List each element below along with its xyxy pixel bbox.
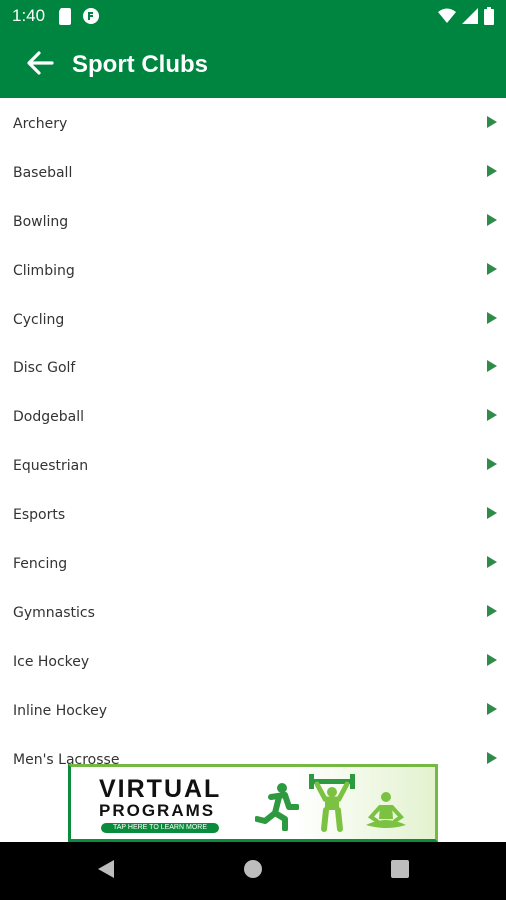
nav-recents-icon (391, 859, 409, 883)
nav-back-icon (97, 859, 115, 884)
list-item[interactable]: Fencing (0, 538, 506, 587)
list-item-label: Dodgeball (13, 409, 84, 426)
nav-back-button[interactable] (94, 859, 118, 883)
nav-recents-button[interactable] (388, 859, 412, 883)
chevron-right-icon (486, 653, 498, 667)
list-item[interactable]: Baseball (0, 147, 506, 196)
chevron-right-icon (486, 262, 498, 276)
chevron-right-icon (486, 359, 498, 373)
list-item-label: Cycling (13, 311, 65, 328)
back-button[interactable] (20, 47, 60, 83)
status-time: 1:40 (12, 6, 46, 25)
chevron-right-icon (486, 751, 498, 765)
ad-banner[interactable]: VIRTUAL PROGRAMS TAP HERE TO LEARN MORE (68, 764, 438, 842)
list-item[interactable]: Equestrian (0, 440, 506, 489)
weightlifter-icon (307, 773, 357, 838)
chevron-right-icon (486, 457, 498, 471)
sd-card-icon (58, 7, 72, 30)
list-item-label: Inline Hockey (13, 702, 108, 719)
nav-home-button[interactable] (241, 859, 265, 883)
chevron-right-icon (486, 604, 498, 618)
list-item-label: Bowling (13, 213, 69, 230)
ad-title-line2: PROGRAMS (99, 801, 216, 820)
list-item[interactable]: Climbing (0, 245, 506, 294)
chevron-right-icon (486, 506, 498, 520)
list-item-label: Baseball (13, 164, 73, 181)
list-item-label: Ice Hockey (13, 653, 90, 670)
list-item-label: Men's Lacrosse (13, 751, 120, 765)
chevron-right-icon (486, 164, 498, 178)
chevron-right-icon (486, 702, 498, 716)
list-item[interactable]: Dodgeball (0, 391, 506, 440)
notification-icon (82, 7, 100, 30)
ad-title-line1: VIRTUAL (99, 775, 222, 803)
nav-home-icon (243, 859, 263, 884)
status-bar: 1:40 (0, 0, 506, 32)
list-item[interactable]: Disc Golf (0, 342, 506, 391)
list-item-label: Disc Golf (13, 360, 76, 377)
ad-cta-label: TAP HERE TO LEARN MORE (101, 823, 219, 833)
list-item-label: Gymnastics (13, 604, 95, 621)
list-item-label: Climbing (13, 262, 75, 279)
list-item[interactable]: Bowling (0, 196, 506, 245)
chevron-right-icon (486, 115, 498, 129)
chevron-right-icon (486, 311, 498, 325)
wifi-icon (438, 8, 456, 29)
back-arrow-icon (26, 50, 54, 80)
chevron-right-icon (486, 555, 498, 569)
chevron-right-icon (486, 408, 498, 422)
page-title: Sport Clubs (72, 51, 208, 78)
sport-clubs-list: Archery Baseball Bowling Climbing Cycling Dis… (0, 98, 506, 765)
list-item[interactable]: Esports (0, 489, 506, 538)
list-item-label: Fencing (13, 556, 68, 573)
list-item-label: Archery (13, 116, 68, 132)
list-item[interactable]: Cycling (0, 294, 506, 343)
chevron-right-icon (486, 213, 498, 227)
list-item[interactable]: Ice Hockey (0, 636, 506, 685)
list-item[interactable]: Men's Lacrosse (0, 734, 506, 765)
app-bar: Sport Clubs (0, 32, 506, 98)
list-item[interactable]: Inline Hockey (0, 685, 506, 734)
battery-icon (484, 7, 494, 30)
signal-icon (462, 8, 478, 29)
list-item-label: Equestrian (13, 458, 89, 475)
list-item[interactable]: Archery (0, 98, 506, 147)
list-item[interactable]: Gymnastics (0, 587, 506, 636)
list-item-label: Esports (13, 507, 66, 524)
meditation-icon (363, 791, 409, 836)
runner-icon (254, 781, 300, 836)
system-nav-bar (0, 842, 506, 900)
